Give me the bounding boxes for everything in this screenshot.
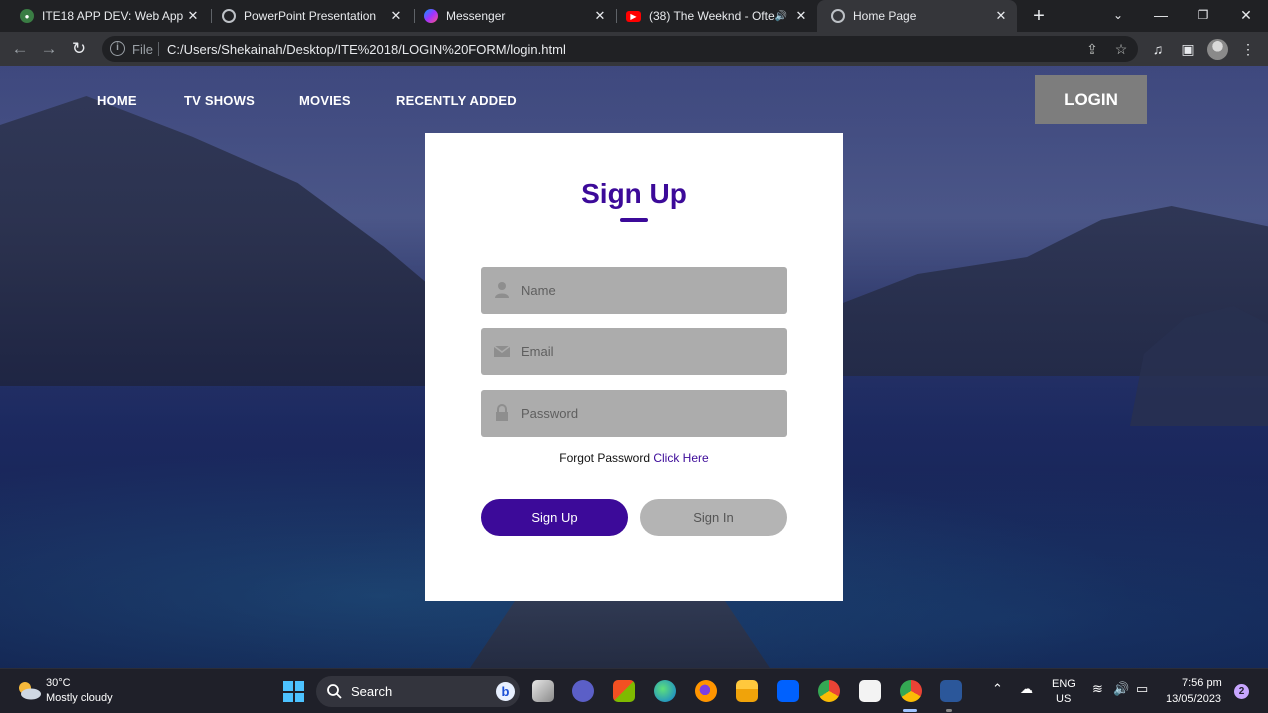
email-field[interactable] bbox=[481, 328, 787, 375]
weather-description[interactable]: Mostly cloudy bbox=[46, 692, 113, 704]
forgot-password-row: Forgot Password Click Here bbox=[425, 451, 843, 465]
classroom-icon: ● bbox=[20, 9, 34, 23]
browser-toolbar: ← → ↻ i File C:/Users/Shekainah/Desktop/… bbox=[0, 32, 1268, 66]
notification-badge[interactable]: 2 bbox=[1234, 684, 1249, 699]
battery-icon[interactable]: ▭ bbox=[1136, 681, 1148, 697]
envelope-icon bbox=[494, 345, 510, 357]
profile-avatar[interactable] bbox=[1207, 39, 1228, 60]
chrome-icon[interactable] bbox=[818, 680, 840, 702]
restore-button[interactable]: ❐ bbox=[1182, 0, 1224, 32]
bookmark-star-icon[interactable]: ☆ bbox=[1112, 40, 1130, 58]
language-indicator[interactable]: ENG bbox=[1052, 678, 1076, 690]
user-icon bbox=[495, 282, 509, 298]
back-button[interactable]: ← bbox=[9, 38, 31, 60]
firefox-icon[interactable] bbox=[695, 680, 717, 702]
form-title: Sign Up bbox=[581, 178, 687, 209]
url-text[interactable]: C:/Users/Shekainah/Desktop/ITE%2018/LOGI… bbox=[167, 42, 566, 57]
close-tab-icon[interactable]: ✕ bbox=[791, 8, 811, 24]
chrome-profile-icon[interactable] bbox=[900, 680, 922, 702]
close-tab-icon[interactable]: ✕ bbox=[590, 8, 610, 24]
globe-icon bbox=[222, 9, 236, 23]
forgot-password-text: Forgot Password bbox=[559, 451, 650, 465]
file-explorer-icon[interactable] bbox=[736, 680, 758, 702]
scheme-label: File bbox=[132, 42, 153, 57]
youtube-icon: ▶ bbox=[626, 10, 641, 22]
clock-date[interactable]: 13/05/2023 bbox=[1166, 693, 1221, 705]
name-field[interactable] bbox=[481, 267, 787, 314]
new-tab-button[interactable]: + bbox=[1028, 5, 1050, 27]
cloudy-weather-icon[interactable] bbox=[16, 680, 42, 700]
info-icon[interactable]: i bbox=[110, 41, 125, 56]
password-input[interactable] bbox=[521, 390, 777, 437]
login-button[interactable]: LOGIN bbox=[1035, 75, 1147, 124]
nav-recently-added[interactable]: RECENTLY ADDED bbox=[396, 93, 517, 108]
amazon-app-icon[interactable] bbox=[859, 680, 881, 702]
forward-button[interactable]: → bbox=[38, 38, 60, 60]
tab-search-icon[interactable]: ⌄ bbox=[1097, 0, 1139, 32]
audio-playing-icon[interactable]: 🔊 bbox=[775, 11, 787, 22]
search-label: Search bbox=[351, 684, 393, 699]
globe-icon bbox=[831, 9, 845, 23]
weather-temperature[interactable]: 30°C bbox=[46, 677, 71, 689]
email-input[interactable] bbox=[521, 328, 777, 375]
windows-start-button[interactable] bbox=[283, 681, 304, 702]
omnibox-separator bbox=[158, 42, 159, 56]
teams-chat-icon[interactable] bbox=[572, 680, 594, 702]
microsoft-store-icon[interactable] bbox=[613, 680, 635, 702]
address-bar[interactable]: i File C:/Users/Shekainah/Desktop/ITE%20… bbox=[102, 36, 1138, 62]
password-field[interactable] bbox=[481, 390, 787, 437]
tab-powerpoint[interactable]: PowerPoint Presentation ✕ bbox=[208, 0, 412, 32]
onedrive-cloud-icon[interactable]: ☁ bbox=[1020, 681, 1033, 697]
signin-button[interactable]: Sign In bbox=[640, 499, 787, 536]
chevron-up-icon[interactable]: ⌃ bbox=[992, 681, 1003, 697]
media-control-icon[interactable]: ♫ bbox=[1148, 39, 1168, 59]
close-tab-icon[interactable]: ✕ bbox=[183, 8, 203, 24]
nav-tv-shows[interactable]: TV SHOWS bbox=[184, 93, 255, 108]
edge-browser-icon[interactable] bbox=[654, 680, 676, 702]
side-panel-icon[interactable]: ▣ bbox=[1178, 39, 1198, 59]
title-underline bbox=[620, 218, 648, 222]
search-icon bbox=[327, 684, 342, 699]
close-tab-icon[interactable]: ✕ bbox=[386, 8, 406, 24]
tab-home-page[interactable]: Home Page ✕ bbox=[817, 0, 1017, 32]
forgot-password-link[interactable]: Click Here bbox=[653, 451, 708, 465]
minimize-button[interactable]: — bbox=[1140, 0, 1182, 32]
lock-icon bbox=[496, 404, 508, 421]
taskbar: 30°C Mostly cloudy Search b ⌃ ☁ ENG US ≋… bbox=[0, 668, 1268, 713]
tab-messenger[interactable]: Messenger ✕ bbox=[410, 0, 616, 32]
background-mountain-left bbox=[0, 96, 480, 386]
browser-tab-bar: ● ITE18 APP DEV: Web Applicat ✕ PowerPoi… bbox=[0, 0, 1268, 32]
bing-icon[interactable]: b bbox=[496, 682, 515, 701]
name-input[interactable] bbox=[521, 267, 777, 314]
tab-youtube[interactable]: ▶ (38) The Weeknd - Often 🔊 ✕ bbox=[612, 0, 817, 32]
close-window-button[interactable]: ✕ bbox=[1225, 0, 1267, 32]
page-viewport: HOME TV SHOWS MOVIES RECENTLY ADDED LOGI… bbox=[0, 66, 1268, 668]
close-tab-icon[interactable]: ✕ bbox=[991, 8, 1011, 24]
dropbox-icon[interactable] bbox=[777, 680, 799, 702]
tab-ite18[interactable]: ● ITE18 APP DEV: Web Applicat ✕ bbox=[6, 0, 209, 32]
task-view-icon[interactable] bbox=[532, 680, 554, 702]
signup-button[interactable]: Sign Up bbox=[481, 499, 628, 536]
taskbar-search[interactable]: Search b bbox=[316, 676, 520, 707]
word-icon[interactable] bbox=[940, 680, 962, 702]
background-dock bbox=[470, 601, 770, 668]
app-running-indicator bbox=[946, 709, 952, 712]
reload-button[interactable]: ↻ bbox=[68, 38, 90, 60]
clock-time[interactable]: 7:56 pm bbox=[1182, 677, 1222, 689]
active-app-indicator bbox=[903, 709, 917, 712]
nav-home[interactable]: HOME bbox=[97, 93, 137, 108]
nav-movies[interactable]: MOVIES bbox=[299, 93, 351, 108]
messenger-icon bbox=[424, 9, 438, 23]
volume-icon[interactable]: 🔊 bbox=[1113, 681, 1129, 697]
menu-kebab-icon[interactable]: ⋮ bbox=[1238, 39, 1258, 59]
wifi-icon[interactable]: ≋ bbox=[1092, 681, 1103, 697]
region-indicator[interactable]: US bbox=[1056, 693, 1071, 705]
share-icon[interactable]: ⇪ bbox=[1083, 40, 1101, 58]
signup-card: Sign Up Forgot Password Cli bbox=[425, 133, 843, 601]
